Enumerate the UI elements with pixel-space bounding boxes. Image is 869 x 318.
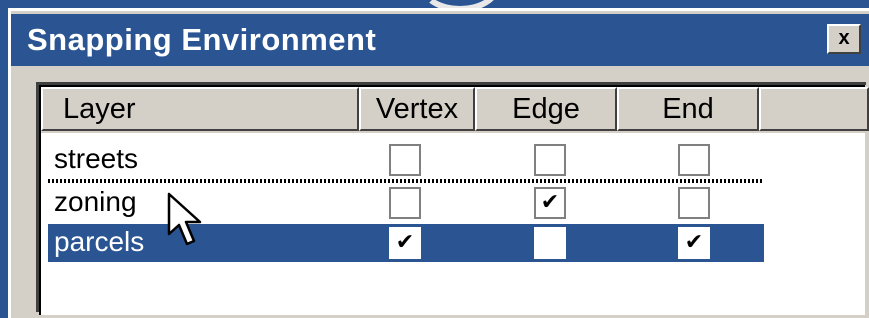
end-checkbox[interactable]: ✔ — [678, 227, 710, 259]
layer-row-zoning[interactable]: zoning ✔ — [48, 184, 764, 222]
end-checkbox[interactable] — [678, 144, 710, 176]
dialog-titlebar[interactable]: Snapping Environment — [11, 14, 869, 66]
layer-name: zoning — [54, 186, 137, 217]
layer-row-streets[interactable]: streets — [48, 141, 764, 179]
close-button[interactable]: x — [827, 24, 861, 54]
drag-insertion-line — [48, 179, 764, 183]
vertex-checkbox[interactable] — [389, 187, 421, 219]
column-header-vertex[interactable]: Vertex — [359, 87, 475, 131]
arrow-cursor-icon — [167, 192, 202, 246]
edge-checkbox[interactable]: ✔ — [534, 187, 566, 219]
dialog-title: Snapping Environment — [27, 22, 377, 57]
layer-name: parcels — [54, 226, 145, 257]
list-header: Layer Vertex Edge End — [41, 87, 869, 133]
close-icon: x — [838, 27, 850, 49]
column-header-edge[interactable]: Edge — [475, 87, 617, 131]
vertex-checkbox[interactable]: ✔ — [389, 227, 421, 259]
layer-name: streets — [54, 143, 139, 174]
column-header-filler — [759, 87, 869, 131]
column-header-layer[interactable]: Layer — [41, 87, 359, 131]
edge-checkbox[interactable] — [534, 227, 566, 259]
column-header-end[interactable]: End — [617, 87, 759, 131]
vertex-checkbox[interactable] — [389, 144, 421, 176]
layer-row-parcels[interactable]: parcels ✔ ✔ — [48, 224, 764, 262]
edge-checkbox[interactable] — [534, 144, 566, 176]
end-checkbox[interactable] — [678, 187, 710, 219]
